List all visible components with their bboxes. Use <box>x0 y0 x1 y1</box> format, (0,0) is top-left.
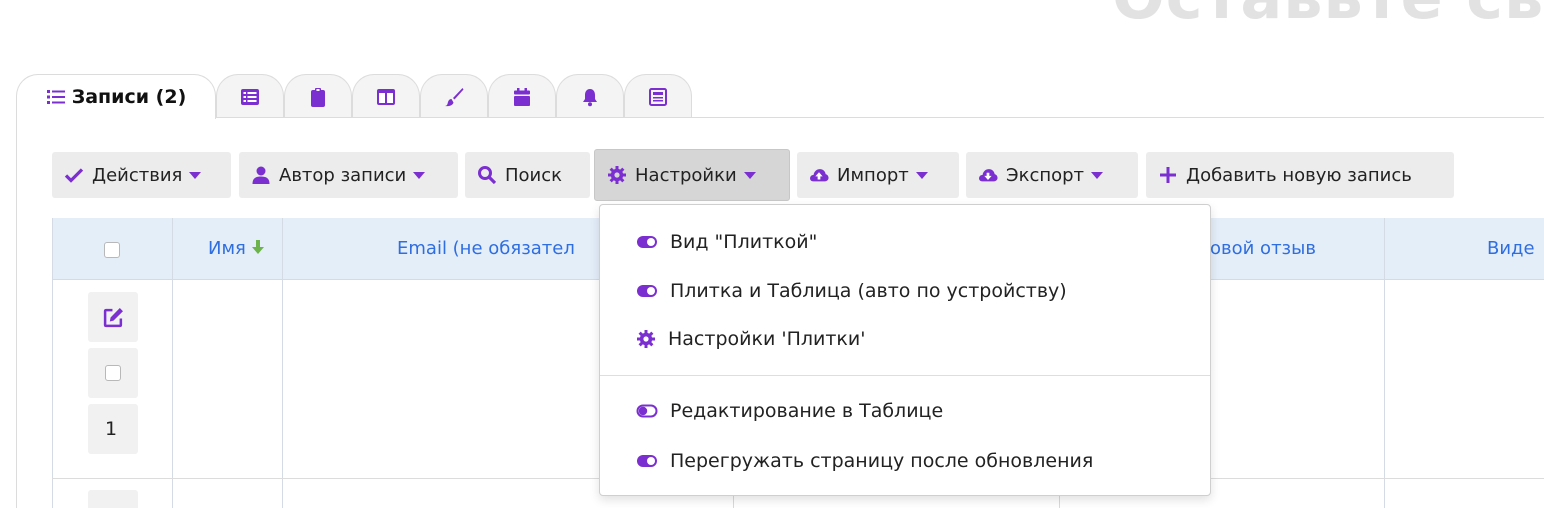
settings-button[interactable]: Настройки <box>594 149 790 201</box>
plus-icon <box>1160 167 1176 183</box>
add-record-label: Добавить новую запись <box>1186 164 1412 186</box>
column-divider <box>172 218 173 508</box>
actions-label: Действия <box>92 164 183 186</box>
search-button[interactable]: Поиск <box>465 152 590 198</box>
menu-item-tile-and-table-label: Плитка и Таблица (авто по устройству) <box>670 280 1067 302</box>
column-divider <box>1384 218 1385 508</box>
search-label: Поиск <box>505 164 563 186</box>
caret-down-icon <box>413 171 426 179</box>
caret-down-icon <box>915 171 928 179</box>
tab-table-list[interactable] <box>216 74 284 118</box>
calendar-icon <box>514 87 530 106</box>
import-label: Импорт <box>837 164 909 186</box>
column-header-name-label: Имя <box>208 238 246 259</box>
paint-brush-icon <box>445 87 464 106</box>
menu-item-tile-settings-label: Настройки 'Плитки' <box>668 328 866 350</box>
row-number: 1 <box>105 418 118 440</box>
tab-records-label: Записи (2) <box>71 86 187 108</box>
row-select-cell[interactable] <box>88 348 138 398</box>
author-label: Автор записи <box>279 164 407 186</box>
actions-button[interactable]: Действия <box>52 152 231 198</box>
add-record-button[interactable]: Добавить новую запись <box>1146 152 1454 198</box>
user-icon <box>252 166 270 184</box>
cloud-download-icon <box>979 169 998 182</box>
tab-columns[interactable] <box>352 74 420 118</box>
cloud-upload-icon <box>810 169 829 182</box>
menu-item-tile-settings[interactable]: Настройки 'Плитки' <box>636 324 865 354</box>
edit-icon <box>103 308 123 328</box>
column-header-review[interactable]: овой отзыв <box>1210 238 1316 259</box>
column-divider <box>282 218 283 508</box>
caret-down-icon <box>743 171 756 179</box>
menu-item-reload-after-update[interactable]: Перегружать страницу после обновления <box>636 446 1093 476</box>
menu-item-table-editing-label: Редактирование в Таблице <box>670 400 944 422</box>
row-number-cell: 1 <box>88 404 138 454</box>
row-checkbox[interactable] <box>105 365 121 381</box>
gear-icon <box>637 330 655 348</box>
list-icon <box>46 90 65 104</box>
menu-item-table-editing[interactable]: Редактирование в Таблице <box>636 396 943 426</box>
caret-down-icon <box>1091 171 1104 179</box>
toggle-on-icon <box>637 236 657 248</box>
menu-item-reload-after-update-label: Перегружать страницу после обновления <box>670 450 1094 472</box>
column-header-name[interactable]: Имя <box>208 238 264 259</box>
tab-newspaper[interactable] <box>624 74 692 118</box>
export-button[interactable]: Экспорт <box>966 152 1138 198</box>
toggle-off-icon <box>636 404 658 418</box>
check-icon <box>64 168 84 183</box>
tab-calendar[interactable] <box>488 74 556 118</box>
caret-down-icon <box>189 171 202 179</box>
menu-item-tile-and-table[interactable]: Плитка и Таблица (авто по устройству) <box>636 276 1067 306</box>
menu-divider <box>600 375 1210 376</box>
tab-records[interactable]: Записи (2) <box>16 74 216 119</box>
edit-record-button[interactable] <box>88 292 138 342</box>
menu-item-tile-view-label: Вид "Плиткой" <box>670 231 818 253</box>
export-label: Экспорт <box>1006 164 1085 186</box>
column-divider <box>52 218 53 508</box>
sort-down-icon <box>251 240 264 254</box>
column-header-email[interactable]: Email (не обязател <box>397 238 575 259</box>
author-button[interactable]: Автор записи <box>239 152 458 198</box>
bell-icon <box>583 88 597 106</box>
table-list-icon <box>241 88 259 105</box>
settings-label: Настройки <box>635 164 737 186</box>
select-all-checkbox[interactable] <box>104 242 120 258</box>
gear-icon <box>608 166 626 184</box>
toggle-on-icon <box>637 285 657 297</box>
tab-paint-brush[interactable] <box>420 74 488 118</box>
menu-item-tile-view[interactable]: Вид "Плиткой" <box>636 227 817 257</box>
settings-dropdown-menu: Вид "Плиткой" Плитка и Таблица (авто по … <box>599 204 1211 496</box>
edit-record-button[interactable] <box>88 490 138 508</box>
column-header-video[interactable]: Виде <box>1487 238 1535 259</box>
tab-bell[interactable] <box>556 74 624 118</box>
newspaper-icon <box>649 87 667 106</box>
columns-icon <box>377 88 395 105</box>
clipboard-icon <box>311 87 325 107</box>
tab-clipboard[interactable] <box>284 74 352 118</box>
search-icon <box>478 166 497 185</box>
import-button[interactable]: Импорт <box>797 152 959 198</box>
page-heading: Оставьте сво <box>1112 0 1544 33</box>
toggle-on-icon <box>637 455 657 467</box>
